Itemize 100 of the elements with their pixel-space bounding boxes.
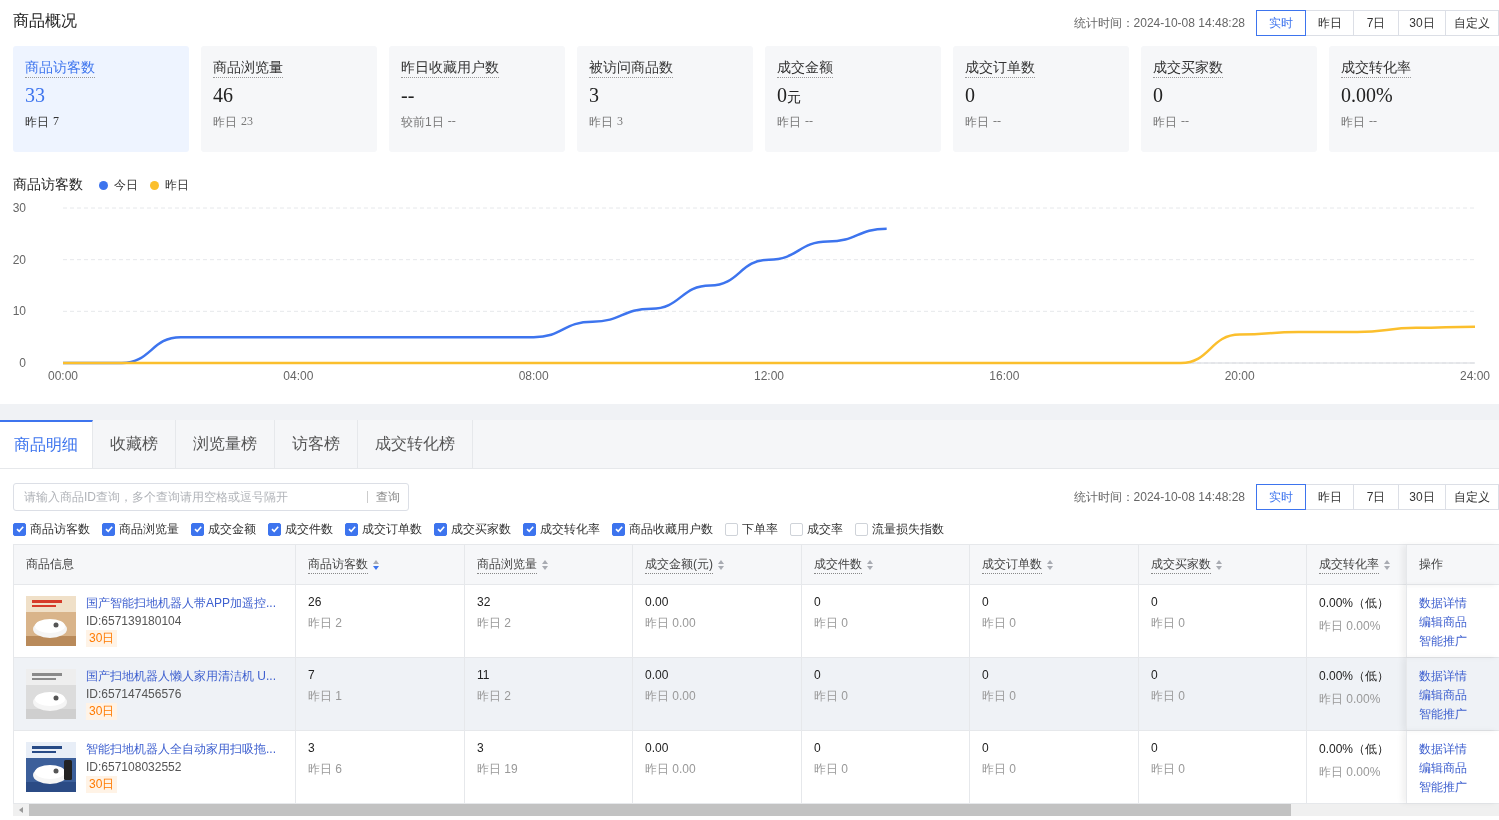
tab[interactable]: 商品明细 bbox=[0, 420, 93, 468]
action-link[interactable]: 编辑商品 bbox=[1419, 687, 1467, 704]
tab[interactable]: 成交转化榜 bbox=[358, 420, 473, 468]
table-row[interactable]: 国产扫地机器人懒人家用清洁机 U... ID:657147456576 30日 7 昨日 1 11 昨日 2 0.00 昨日 0.00 0 昨日 0 0 昨日 0 0 昨日 0 0.00%（低） 昨日 0.00% 数据详情 编辑商品 智能推广 bbox=[13, 658, 1499, 731]
checkbox[interactable] bbox=[434, 522, 447, 536]
y-tick: 30 bbox=[12, 201, 26, 215]
action-link[interactable]: 数据详情 bbox=[1419, 668, 1467, 685]
x-tick: 08:00 bbox=[518, 369, 549, 383]
metric-value: 33 bbox=[25, 84, 45, 106]
range-tab[interactable]: 7日 bbox=[1353, 10, 1399, 36]
tab[interactable]: 浏览量榜 bbox=[176, 420, 275, 468]
x-tick: 00:00 bbox=[48, 369, 78, 383]
action-link[interactable]: 智能推广 bbox=[1419, 706, 1467, 723]
horizontal-scrollbar[interactable] bbox=[13, 804, 1499, 816]
action-link[interactable]: 智能推广 bbox=[1419, 633, 1467, 650]
metric-card[interactable]: 商品访客数 33 昨日 7 bbox=[13, 46, 189, 152]
checkbox[interactable] bbox=[523, 522, 536, 536]
sort-icon[interactable] bbox=[1215, 558, 1223, 571]
metric-card[interactable]: 昨日收藏用户数 -- 较前1日 -- bbox=[389, 46, 565, 152]
action-link[interactable]: 智能推广 bbox=[1419, 779, 1467, 796]
sort-icon[interactable] bbox=[866, 558, 874, 571]
range-tab[interactable]: 自定义 bbox=[1445, 484, 1499, 510]
y-tick: 20 bbox=[12, 252, 26, 267]
metric-card[interactable]: 成交订单数 0 昨日 -- bbox=[953, 46, 1129, 152]
range-tab[interactable]: 7日 bbox=[1353, 484, 1399, 510]
action-link[interactable]: 数据详情 bbox=[1419, 595, 1467, 612]
previous-value: 昨日 0.00% bbox=[1319, 764, 1381, 781]
sort-icon[interactable] bbox=[1046, 558, 1054, 571]
column-header: 成交件数 bbox=[814, 555, 862, 574]
action-link[interactable]: 编辑商品 bbox=[1419, 760, 1467, 777]
table-cell: 0 bbox=[814, 595, 821, 609]
table-cell: 0.00 bbox=[645, 668, 669, 682]
previous-value: 昨日 0 bbox=[814, 615, 848, 632]
table-cell: 0.00%（低） bbox=[1319, 668, 1390, 685]
metric-card[interactable]: 成交转化率 0.00% 昨日 -- bbox=[1329, 46, 1499, 152]
checkbox[interactable] bbox=[102, 522, 115, 536]
compare-label: 昨日 bbox=[777, 114, 801, 131]
checkbox-label: 商品收藏用户数 bbox=[629, 520, 713, 538]
checkbox-label: 成交买家数 bbox=[451, 520, 511, 538]
previous-value: 昨日 0 bbox=[982, 615, 1016, 632]
checkbox-label: 流量损失指数 bbox=[872, 520, 944, 538]
column-header: 成交转化率 bbox=[1319, 555, 1379, 574]
table-cell: 0 bbox=[982, 595, 989, 609]
range-tab[interactable]: 30日 bbox=[1398, 484, 1446, 510]
chart-title: 商品访客数 bbox=[13, 176, 83, 194]
range-tab[interactable]: 实时 bbox=[1256, 10, 1306, 36]
table-cell: 0.00%（低） bbox=[1319, 595, 1390, 612]
table-cell: 0.00 bbox=[645, 741, 669, 755]
checkbox[interactable] bbox=[345, 522, 358, 536]
checkbox-label: 商品浏览量 bbox=[119, 520, 179, 538]
tab[interactable]: 访客榜 bbox=[275, 420, 358, 468]
action-link[interactable]: 编辑商品 bbox=[1419, 614, 1467, 631]
product-link[interactable]: 国产扫地机器人懒人家用清洁机 U... bbox=[86, 668, 276, 685]
sort-icon[interactable] bbox=[1383, 558, 1391, 571]
table-cell: 3 bbox=[308, 741, 315, 755]
column-header: 成交订单数 bbox=[982, 555, 1042, 574]
x-tick: 12:00 bbox=[754, 369, 784, 383]
compare-value: -- bbox=[1181, 114, 1189, 130]
checkbox[interactable] bbox=[268, 522, 281, 536]
table-row[interactable]: 智能扫地机器人全自动家用扫吸拖... ID:657108032552 30日 3 昨日 6 3 昨日 19 0.00 昨日 0.00 0 昨日 0 0 昨日 0 0 昨日 0 0.00%（低） 昨日 0.00% 数据详情 编辑商品 智能推广 bbox=[13, 731, 1499, 804]
table-cell: 0 bbox=[1151, 741, 1158, 755]
compare-value: 3 bbox=[617, 114, 623, 130]
x-tick: 24:00 bbox=[1460, 369, 1490, 383]
metric-value: 46 bbox=[213, 84, 233, 106]
column-header: 商品信息 bbox=[26, 556, 74, 573]
compare-value: -- bbox=[805, 114, 813, 130]
checkbox[interactable] bbox=[612, 522, 625, 536]
sort-icon[interactable] bbox=[541, 558, 549, 571]
previous-value: 昨日 0 bbox=[814, 688, 848, 705]
range-tab[interactable]: 30日 bbox=[1398, 10, 1446, 36]
range-tab[interactable]: 昨日 bbox=[1305, 10, 1354, 36]
range-tab[interactable]: 昨日 bbox=[1305, 484, 1354, 510]
range-tab[interactable]: 实时 bbox=[1256, 484, 1306, 510]
metric-label: 商品访客数 bbox=[25, 59, 95, 78]
column-header: 成交金额(元) bbox=[645, 555, 713, 574]
table-row[interactable]: 国产智能扫地机器人带APP加遥控... ID:657139180104 30日 26 昨日 2 32 昨日 2 0.00 昨日 0.00 0 昨日 0 0 昨日 0 0 昨日 0 0.00%（低） 昨日 0.00% 数据详情 编辑商品 智能推广 bbox=[13, 585, 1499, 658]
previous-value: 昨日 0 bbox=[814, 761, 848, 778]
tab[interactable]: 收藏榜 bbox=[93, 420, 176, 468]
metric-card[interactable]: 成交金额 0元 昨日 -- bbox=[765, 46, 941, 152]
product-link[interactable]: 国产智能扫地机器人带APP加遥控... bbox=[86, 595, 276, 612]
sort-icon[interactable] bbox=[372, 558, 380, 571]
table-cell: 0 bbox=[814, 741, 821, 755]
product-link[interactable]: 智能扫地机器人全自动家用扫吸拖... bbox=[86, 741, 276, 758]
metric-card[interactable]: 被访问商品数 3 昨日 3 bbox=[577, 46, 753, 152]
checkbox[interactable] bbox=[191, 522, 204, 536]
action-link[interactable]: 数据详情 bbox=[1419, 741, 1467, 758]
sort-icon[interactable] bbox=[717, 558, 725, 571]
search-button[interactable]: 查询 bbox=[376, 488, 400, 506]
compare-value: 23 bbox=[241, 114, 253, 130]
previous-value: 昨日 0 bbox=[982, 688, 1016, 705]
checkbox[interactable] bbox=[13, 522, 26, 536]
metric-card[interactable]: 成交买家数 0 昨日 -- bbox=[1141, 46, 1317, 152]
metric-card[interactable]: 商品浏览量 46 昨日 23 bbox=[201, 46, 377, 152]
previous-value: 昨日 2 bbox=[308, 615, 342, 632]
range-tab[interactable]: 自定义 bbox=[1445, 10, 1499, 36]
stat-time: 统计时间：2024-10-08 14:48:28 bbox=[1073, 14, 1245, 32]
legend-label: 昨日 bbox=[165, 176, 189, 194]
metric-value: 0 bbox=[1153, 84, 1163, 106]
column-header: 操作 bbox=[1419, 556, 1443, 573]
search-field[interactable]: 请输入商品ID查询，多个查询请用空格或逗号隔开 查询 bbox=[13, 483, 409, 511]
